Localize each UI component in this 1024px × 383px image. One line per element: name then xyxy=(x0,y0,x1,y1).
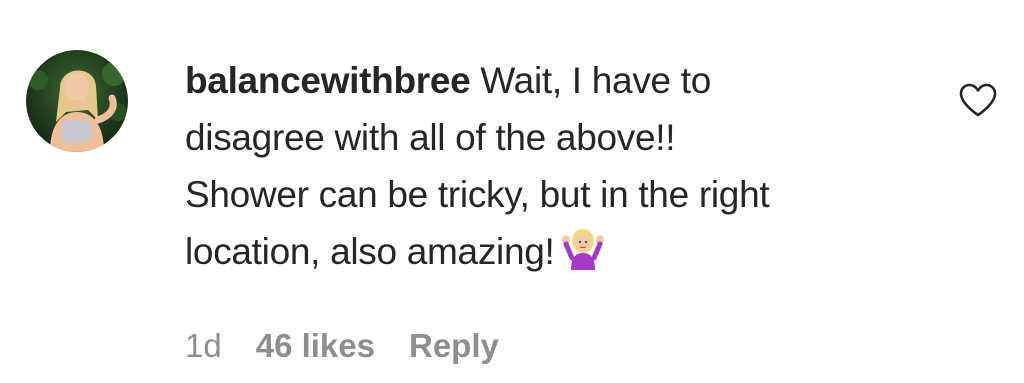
username-link[interactable]: balancewithbree xyxy=(185,60,471,101)
comment-text-line-1: Wait, I have to xyxy=(480,60,712,101)
timestamp: 1d xyxy=(185,327,222,364)
likes-count-link[interactable]: 46 likes xyxy=(256,327,375,364)
comment-text-line-3: Shower can be tricky, but in the right xyxy=(185,174,770,215)
comment-text-line-2: disagree with all of the above!! xyxy=(185,117,676,158)
reply-button[interactable]: Reply xyxy=(409,327,499,364)
comment-meta: 1d 46 likes Reply xyxy=(185,326,533,366)
avatar-image xyxy=(26,50,128,152)
comment-item: balancewithbree Wait, I have to disagree… xyxy=(0,0,1024,383)
avatar[interactable] xyxy=(26,50,128,152)
comment-text: balancewithbree Wait, I have to disagree… xyxy=(185,52,905,280)
heart-outline-icon[interactable] xyxy=(958,82,998,118)
person-shrugging-emoji xyxy=(560,226,606,270)
comment-text-line-4: location, also amazing! xyxy=(185,231,555,272)
